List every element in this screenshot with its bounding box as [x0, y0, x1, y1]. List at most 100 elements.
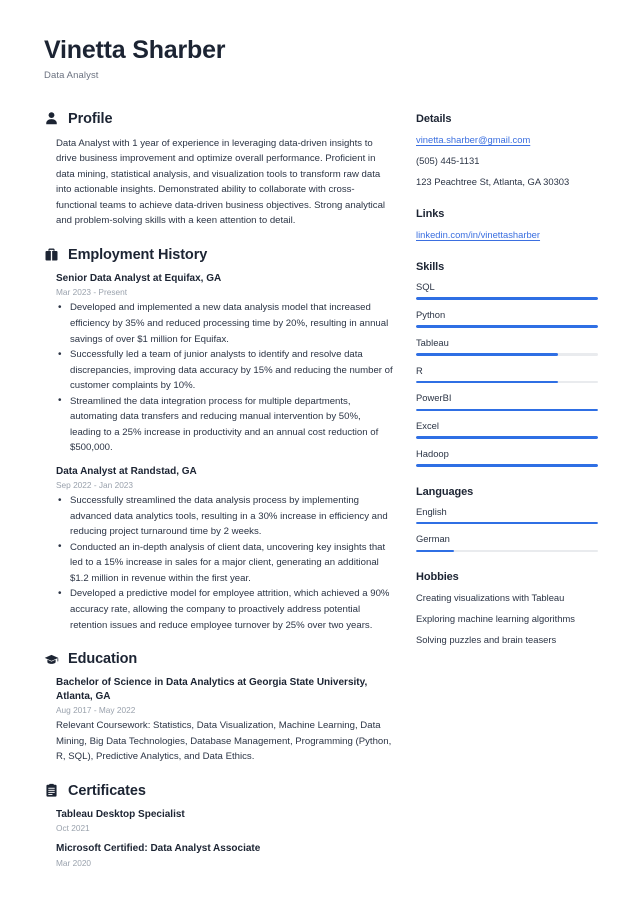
bullet-item: Conducted an in-depth analysis of client… — [56, 539, 394, 587]
hobby-item: Solving puzzles and brain teasers — [416, 634, 557, 646]
sidebar-section-skills: Skills SQL Python Tableau R PowerBI Exce… — [416, 261, 598, 467]
certificate-entry: Tableau Desktop Specialist Oct 2021 — [56, 808, 394, 834]
section-certificates-body: Tableau Desktop Specialist Oct 2021 Micr… — [44, 808, 394, 868]
skill-label: PowerBI — [416, 392, 452, 404]
graduation-cap-icon — [44, 652, 59, 667]
language-item: German — [416, 533, 598, 553]
certificate-entry: Microsoft Certified: Data Analyst Associ… — [56, 842, 394, 868]
employment-entry-title: Senior Data Analyst at Equifax, GA — [56, 272, 222, 284]
skill-meter-fill — [416, 380, 558, 384]
sidebar-section-languages: Languages English German — [416, 486, 598, 553]
contact-phone: (505) 445-1131 — [416, 154, 480, 166]
skill-item: Python — [416, 309, 598, 328]
section-profile: Profile Data Analyst with 1 year of expe… — [44, 111, 394, 229]
skill-meter-fill — [416, 297, 598, 300]
candidate-job-title: Data Analyst — [44, 69, 99, 81]
section-education: Education Bachelor of Science in Data An… — [44, 651, 394, 765]
sidebar-section-links: Links linkedin.com/in/vinettasharber — [416, 208, 598, 242]
language-label: English — [416, 505, 447, 517]
sidebar-section-details: Details vinetta.sharber@gmail.com (505) … — [416, 113, 598, 189]
skill-meter-fill — [416, 464, 598, 467]
skill-item: Hadoop — [416, 448, 598, 467]
language-meter-fill — [416, 521, 598, 525]
language-item: English — [416, 506, 598, 525]
skill-item: SQL — [416, 281, 598, 300]
certificate-entry-title: Tableau Desktop Specialist — [56, 808, 185, 820]
certificate-entry-date: Mar 2020 — [56, 857, 92, 868]
employment-entry-bullets: Developed and implemented a new data ana… — [56, 300, 394, 455]
sidebar-section-hobbies: Hobbies Creating visualizations with Tab… — [416, 571, 598, 647]
section-certificates: Certificates Tableau Desktop Specialist … — [44, 783, 394, 868]
sidebar-hobbies-title: Hobbies — [416, 571, 459, 584]
skill-meter-fill — [416, 436, 598, 439]
skill-meter-fill — [416, 408, 598, 412]
skill-meter-track — [416, 297, 598, 300]
skill-meter-track — [416, 408, 598, 412]
section-employment: Employment History Senior Data Analyst a… — [44, 247, 394, 633]
section-profile-title: Profile — [68, 110, 113, 127]
education-entry-date: Aug 2017 - May 2022 — [56, 705, 136, 716]
bullet-item: Streamlined the data integration process… — [56, 393, 394, 456]
section-profile-header: Profile — [44, 111, 394, 127]
language-meter-fill — [416, 549, 455, 553]
skill-meter-fill — [416, 325, 598, 328]
certificate-entry-title: Microsoft Certified: Data Analyst Associ… — [56, 843, 261, 855]
education-entry: Bachelor of Science in Data Analytics at… — [56, 676, 394, 765]
hobby-item: Creating visualizations with Tableau — [416, 592, 565, 604]
bullet-item: Successfully led a team of junior analys… — [56, 347, 394, 394]
contact-email-row: vinetta.sharber@gmail.com — [416, 133, 598, 147]
section-education-body: Bachelor of Science in Data Analytics at… — [44, 676, 394, 765]
resume-body: Profile Data Analyst with 1 year of expe… — [44, 111, 600, 886]
education-entry-title: Bachelor of Science in Data Analytics at… — [56, 677, 368, 702]
sidebar-skills-title: Skills — [416, 261, 445, 274]
employment-entry-title: Data Analyst at Randstad, GA — [56, 465, 197, 477]
skill-label: Hadoop — [416, 447, 449, 459]
skill-meter-track — [416, 436, 598, 439]
language-label: German — [416, 533, 450, 545]
bullet-item: Developed and implemented a new data ana… — [56, 300, 394, 347]
skill-label: Tableau — [416, 336, 449, 348]
candidate-name: Vinetta Sharber — [44, 36, 226, 64]
skill-label: Python — [416, 308, 446, 320]
skill-label: R — [416, 364, 423, 376]
contact-email-link[interactable]: vinetta.sharber@gmail.com — [416, 133, 530, 147]
skill-label: SQL — [416, 281, 435, 293]
employment-entry-date: Sep 2022 - Jan 2023 — [56, 480, 134, 491]
language-meter-track — [416, 549, 598, 553]
section-employment-title: Employment History — [68, 246, 208, 263]
section-employment-body: Senior Data Analyst at Equifax, GA Mar 2… — [44, 272, 394, 633]
skill-meter-track — [416, 353, 598, 356]
skill-label: Excel — [416, 420, 439, 432]
clipboard-icon — [44, 783, 59, 798]
employment-entry: Senior Data Analyst at Equifax, GA Mar 2… — [56, 272, 394, 456]
skill-meter-track — [416, 325, 598, 328]
main-column: Profile Data Analyst with 1 year of expe… — [44, 111, 416, 886]
section-education-header: Education — [44, 651, 394, 667]
sidebar-links-title: Links — [416, 208, 445, 221]
sidebar-column: Details vinetta.sharber@gmail.com (505) … — [416, 111, 598, 667]
section-certificates-header: Certificates — [44, 783, 394, 799]
skill-item: Tableau — [416, 337, 598, 356]
language-meter-track — [416, 521, 598, 525]
bullet-item: Successfully streamlined the data analys… — [56, 493, 394, 540]
employment-entry-date: Mar 2023 - Present — [56, 287, 128, 298]
resume-page: Vinetta Sharber Data Analyst Profile Dat… — [0, 0, 640, 905]
certificate-entry-date: Oct 2021 — [56, 823, 90, 834]
education-entry-description: Relevant Coursework: Statistics, Data Vi… — [56, 720, 392, 763]
skill-meter-track — [416, 380, 598, 384]
skill-item: Excel — [416, 420, 598, 439]
sidebar-languages-title: Languages — [416, 485, 474, 498]
skill-item: PowerBI — [416, 392, 598, 412]
contact-address: 123 Peachtree St, Atlanta, GA 30303 — [416, 175, 570, 187]
sidebar-details-title: Details — [416, 112, 452, 125]
briefcase-icon — [44, 247, 59, 262]
profile-summary-text: Data Analyst with 1 year of experience i… — [56, 137, 386, 227]
skill-meter-fill — [416, 353, 558, 356]
skill-item: R — [416, 365, 598, 384]
section-profile-body: Data Analyst with 1 year of experience i… — [44, 136, 394, 229]
section-employment-header: Employment History — [44, 247, 394, 263]
linkedin-link[interactable]: linkedin.com/in/vinettasharber — [416, 228, 540, 242]
section-education-title: Education — [68, 651, 138, 668]
employment-entry: Data Analyst at Randstad, GA Sep 2022 - … — [56, 465, 394, 633]
employment-entry-bullets: Successfully streamlined the data analys… — [56, 493, 394, 633]
